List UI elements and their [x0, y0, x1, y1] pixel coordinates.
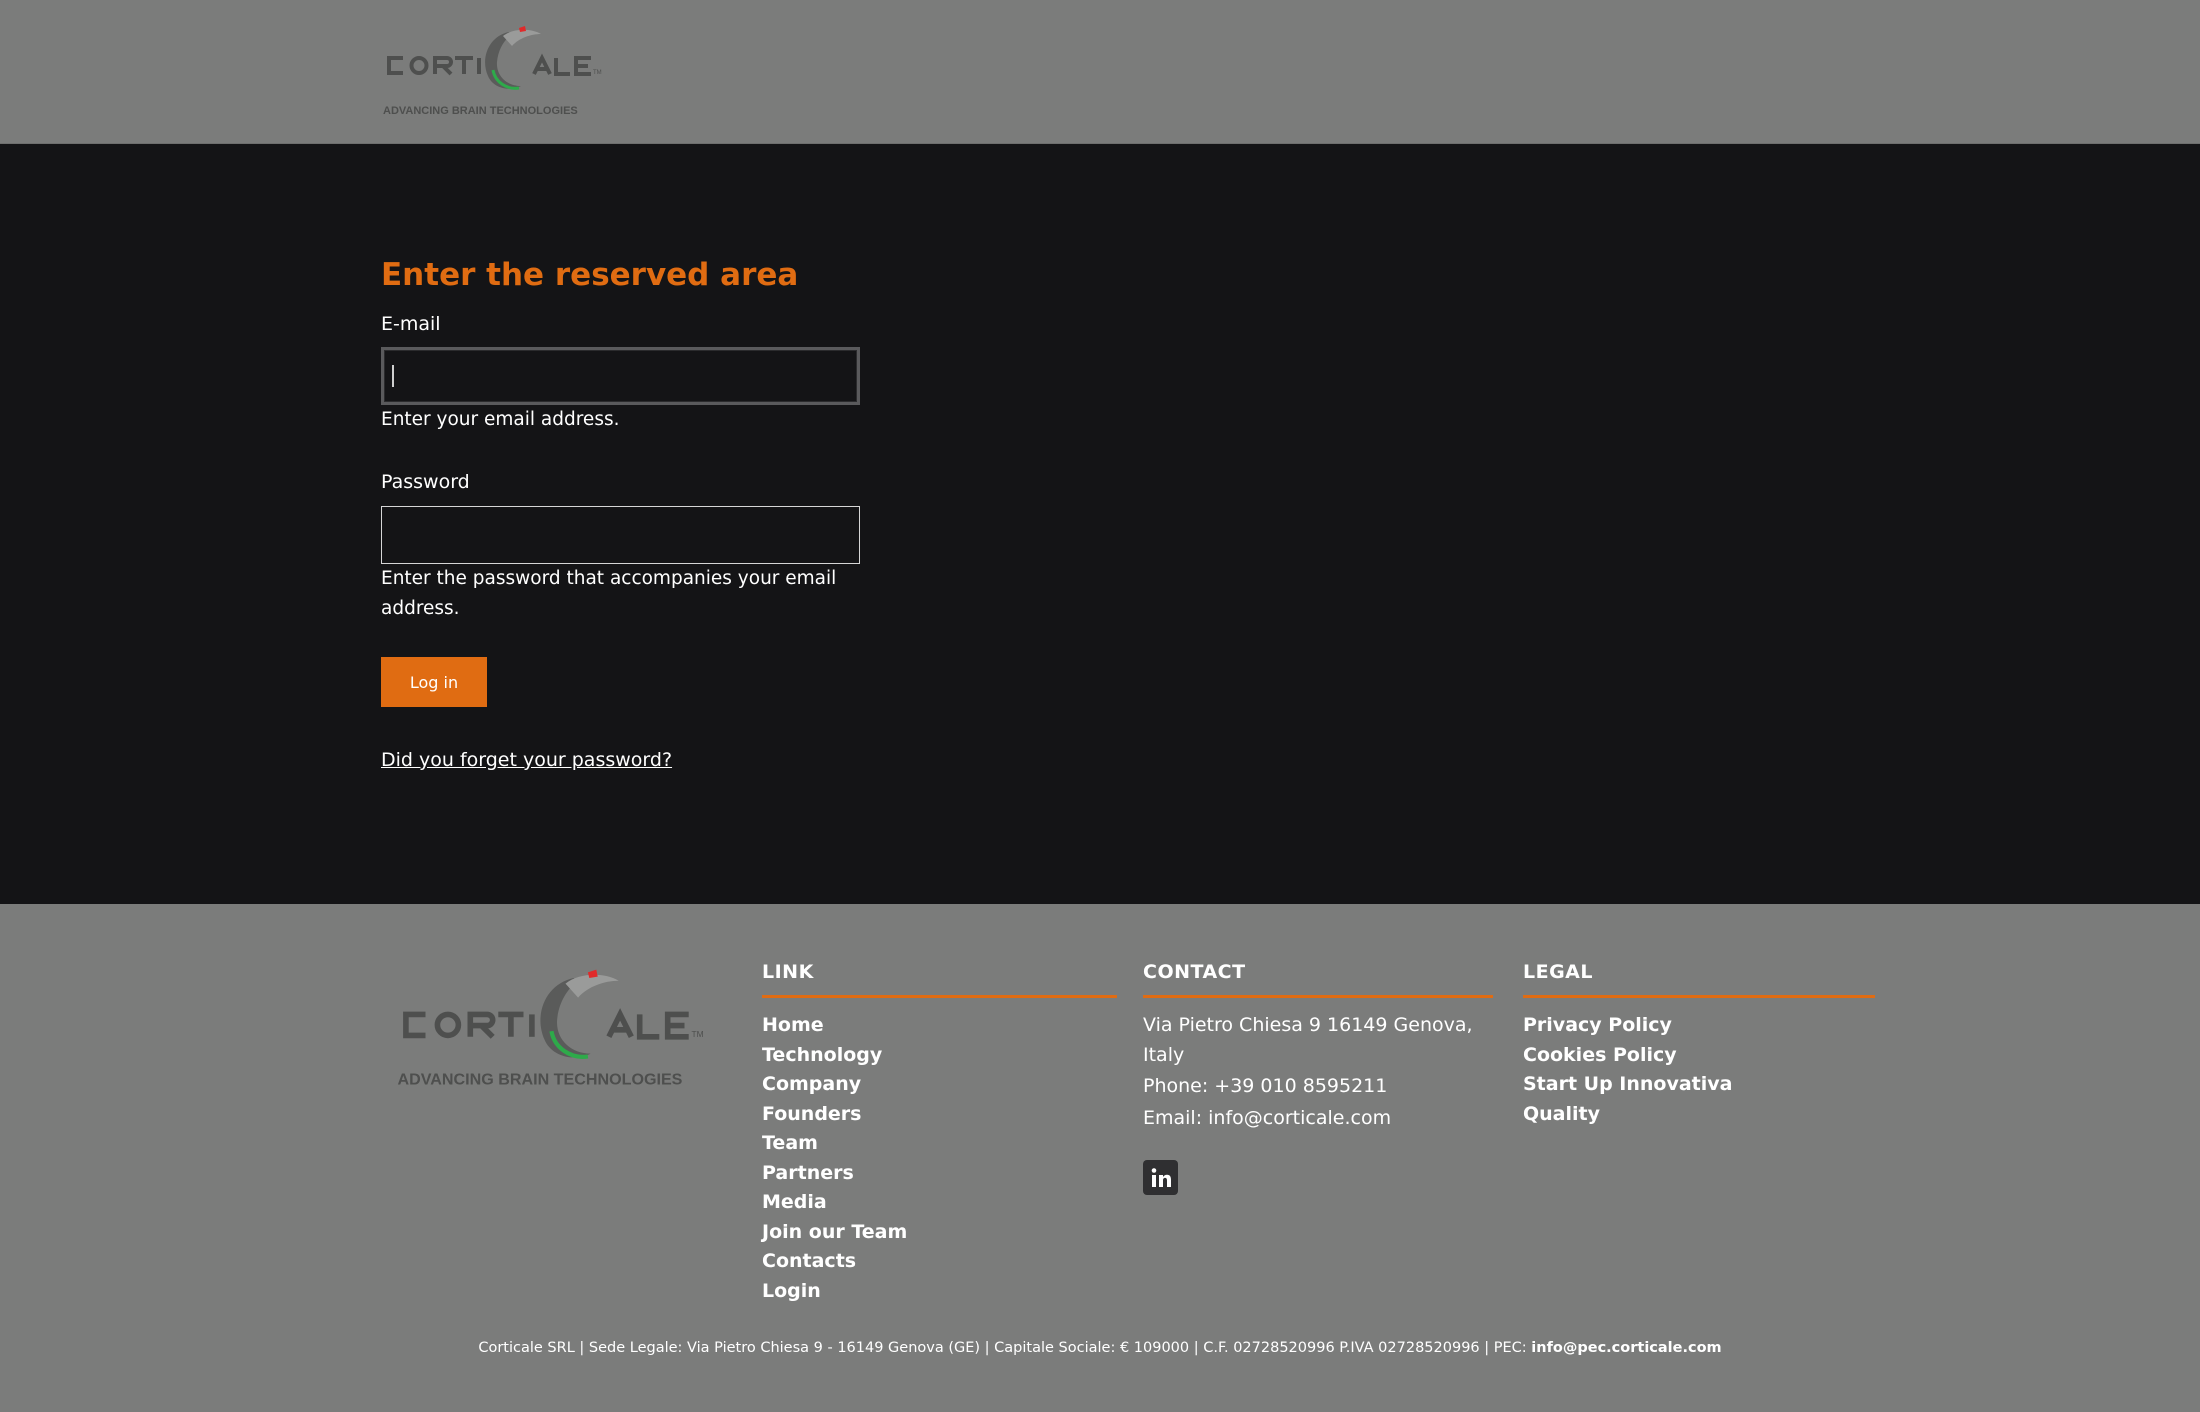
contact-phone: Phone: +39 010 8595211 — [1143, 1075, 1388, 1097]
footer-link-start-up-innovativa[interactable]: Start Up Innovativa — [1523, 1070, 1875, 1100]
email-help-text: Enter your email address. — [381, 409, 620, 430]
footer-legal-column: LEGAL Privacy Policy Cookies Policy Star… — [1523, 961, 1875, 1129]
contact-email[interactable]: Email: info@corticale.com — [1143, 1104, 1493, 1134]
site-header: TM ADVANCING BRAIN TECHNOLOGIES — [0, 0, 2200, 144]
password-help-text: Enter the password that accompanies your… — [381, 568, 837, 619]
corticale-logo[interactable]: TM ADVANCING BRAIN TECHNOLOGIES — [381, 22, 615, 122]
footer-contact-column: CONTACT Via Pietro Chiesa 9 16149 Genova… — [1143, 961, 1493, 1135]
footer-link-technology[interactable]: Technology — [762, 1041, 1117, 1071]
company-info-bar: Corticale SRL | Sede Legale: Via Pietro … — [0, 1340, 2200, 1356]
footer-link-privacy-policy[interactable]: Privacy Policy — [1523, 1011, 1875, 1041]
footer-link-founders[interactable]: Founders — [762, 1100, 1117, 1130]
footer-link-partners[interactable]: Partners — [762, 1159, 1117, 1189]
linkedin-glyph — [1151, 1167, 1171, 1187]
forgot-password-link[interactable]: Did you forget your password? — [381, 749, 672, 771]
footer-link-contacts[interactable]: Contacts — [762, 1247, 1117, 1277]
footer-links-column: LINK Home Technology Company Founders Te… — [762, 961, 1117, 1306]
footer-link-home[interactable]: Home — [762, 1011, 1117, 1041]
password-label: Password — [381, 471, 470, 493]
footer-link-join-our-team[interactable]: Join our Team — [762, 1218, 1117, 1248]
email-field[interactable] — [381, 347, 860, 405]
footer-legal-list: Privacy Policy Cookies Policy Start Up I… — [1523, 1011, 1875, 1129]
footer-link-cookies-policy[interactable]: Cookies Policy — [1523, 1041, 1875, 1071]
text-caret — [392, 365, 394, 387]
svg-text:ADVANCING BRAIN TECHNOLOGIES: ADVANCING BRAIN TECHNOLOGIES — [383, 105, 578, 117]
footer-link-login[interactable]: Login — [762, 1277, 1117, 1307]
footer-link-company[interactable]: Company — [762, 1070, 1117, 1100]
svg-text:TM: TM — [593, 70, 602, 76]
password-field[interactable] — [381, 506, 860, 564]
footer-links-title: LINK — [762, 961, 1117, 998]
company-info-text: Corticale SRL | Sede Legale: Via Pietro … — [478, 1340, 1532, 1356]
login-button[interactable]: Log in — [381, 657, 487, 707]
svg-text:ADVANCING BRAIN TECHNOLOGIES: ADVANCING BRAIN TECHNOLOGIES — [398, 1070, 683, 1088]
contact-address: Via Pietro Chiesa 9 16149 Genova, Italy — [1143, 1014, 1473, 1066]
svg-text:TM: TM — [692, 1029, 704, 1039]
footer-legal-title: LEGAL — [1523, 961, 1875, 998]
footer-links-list: Home Technology Company Founders Team Pa… — [762, 1011, 1117, 1306]
footer-link-quality[interactable]: Quality — [1523, 1100, 1875, 1130]
corticale-footer-logo[interactable]: TM ADVANCING BRAIN TECHNOLOGIES — [382, 964, 735, 1104]
footer-link-media[interactable]: Media — [762, 1188, 1117, 1218]
footer-link-team[interactable]: Team — [762, 1129, 1117, 1159]
email-label: E-mail — [381, 313, 441, 335]
page-title: Enter the reserved area — [381, 257, 799, 293]
contact-details: Via Pietro Chiesa 9 16149 Genova, Italy … — [1143, 1011, 1493, 1133]
linkedin-icon[interactable] — [1143, 1160, 1178, 1195]
login-section: Enter the reserved area E-mail Enter you… — [0, 144, 2200, 904]
site-footer: TM ADVANCING BRAIN TECHNOLOGIES LINK Hom… — [0, 904, 2200, 1412]
footer-contact-title: CONTACT — [1143, 961, 1493, 998]
pec-email-link[interactable]: info@pec.corticale.com — [1531, 1340, 1721, 1356]
